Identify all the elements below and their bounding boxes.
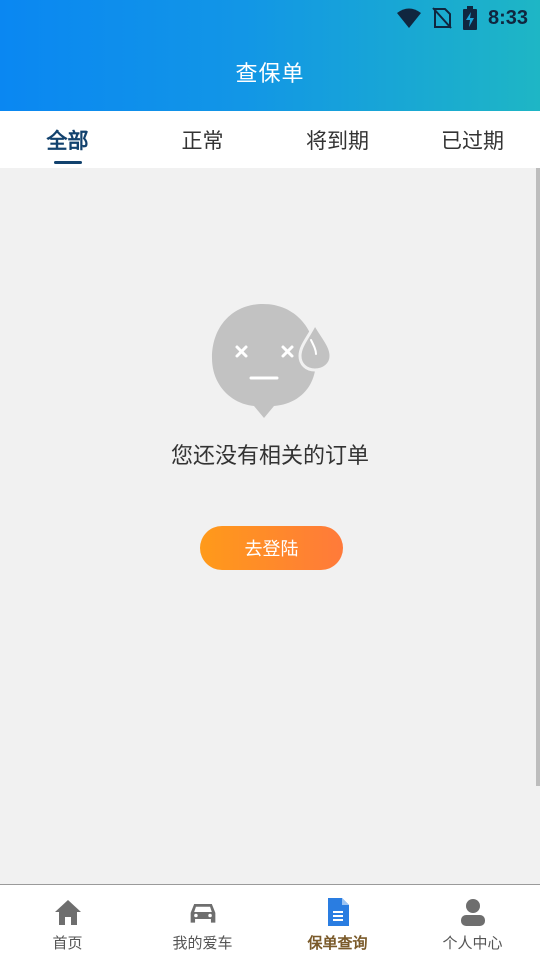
empty-face-icon — [212, 304, 333, 418]
login-button[interactable]: 去登陆 — [200, 526, 343, 570]
no-sim-icon — [432, 7, 452, 29]
battery-charging-icon — [462, 6, 477, 30]
tab-expiring[interactable]: 将到期 — [270, 111, 405, 168]
policy-tabs: 全部 正常 将到期 已过期 — [0, 111, 540, 168]
person-icon — [460, 899, 485, 926]
nav-label-profile: 个人中心 — [442, 934, 503, 952]
nav-label-home: 首页 — [52, 934, 83, 952]
nav-label-my-car: 我的爱车 — [172, 934, 233, 952]
tab-all-label: 全部 — [46, 129, 89, 153]
page-title: 查保单 — [235, 62, 305, 87]
empty-message: 您还没有相关的订单 — [170, 444, 369, 469]
tab-all[interactable]: 全部 — [0, 111, 135, 168]
tab-active-indicator — [53, 161, 82, 164]
nav-item-policy-query[interactable]: 保单查询 — [270, 885, 405, 960]
app-screen: 8:33 查保单 全部 正常 将到期 已过期 您还没有相关的订单 去登陆 首页 … — [0, 0, 540, 960]
home-icon — [54, 900, 81, 925]
tab-expired-label: 已过期 — [441, 129, 504, 153]
status-bar: 8:33 — [396, 6, 528, 30]
wifi-icon — [396, 8, 421, 28]
nav-item-my-car[interactable]: 我的爱车 — [135, 885, 270, 960]
tab-normal-label: 正常 — [181, 129, 224, 153]
nav-label-policy-query: 保单查询 — [307, 934, 368, 952]
tab-normal[interactable]: 正常 — [135, 111, 270, 168]
header-bar: 8:33 查保单 — [0, 0, 540, 111]
bottom-navigation: 首页 我的爱车 保单查询 个人中心 — [0, 884, 540, 960]
car-icon — [190, 904, 215, 923]
tab-expired[interactable]: 已过期 — [405, 111, 540, 168]
nav-item-home[interactable]: 首页 — [0, 885, 135, 960]
status-time: 8:33 — [487, 6, 528, 29]
nav-item-profile[interactable]: 个人中心 — [405, 885, 540, 960]
login-button-label: 去登陆 — [244, 539, 299, 560]
tab-expiring-label: 将到期 — [306, 129, 369, 153]
scrollbar[interactable] — [536, 168, 540, 786]
document-icon — [327, 898, 349, 926]
